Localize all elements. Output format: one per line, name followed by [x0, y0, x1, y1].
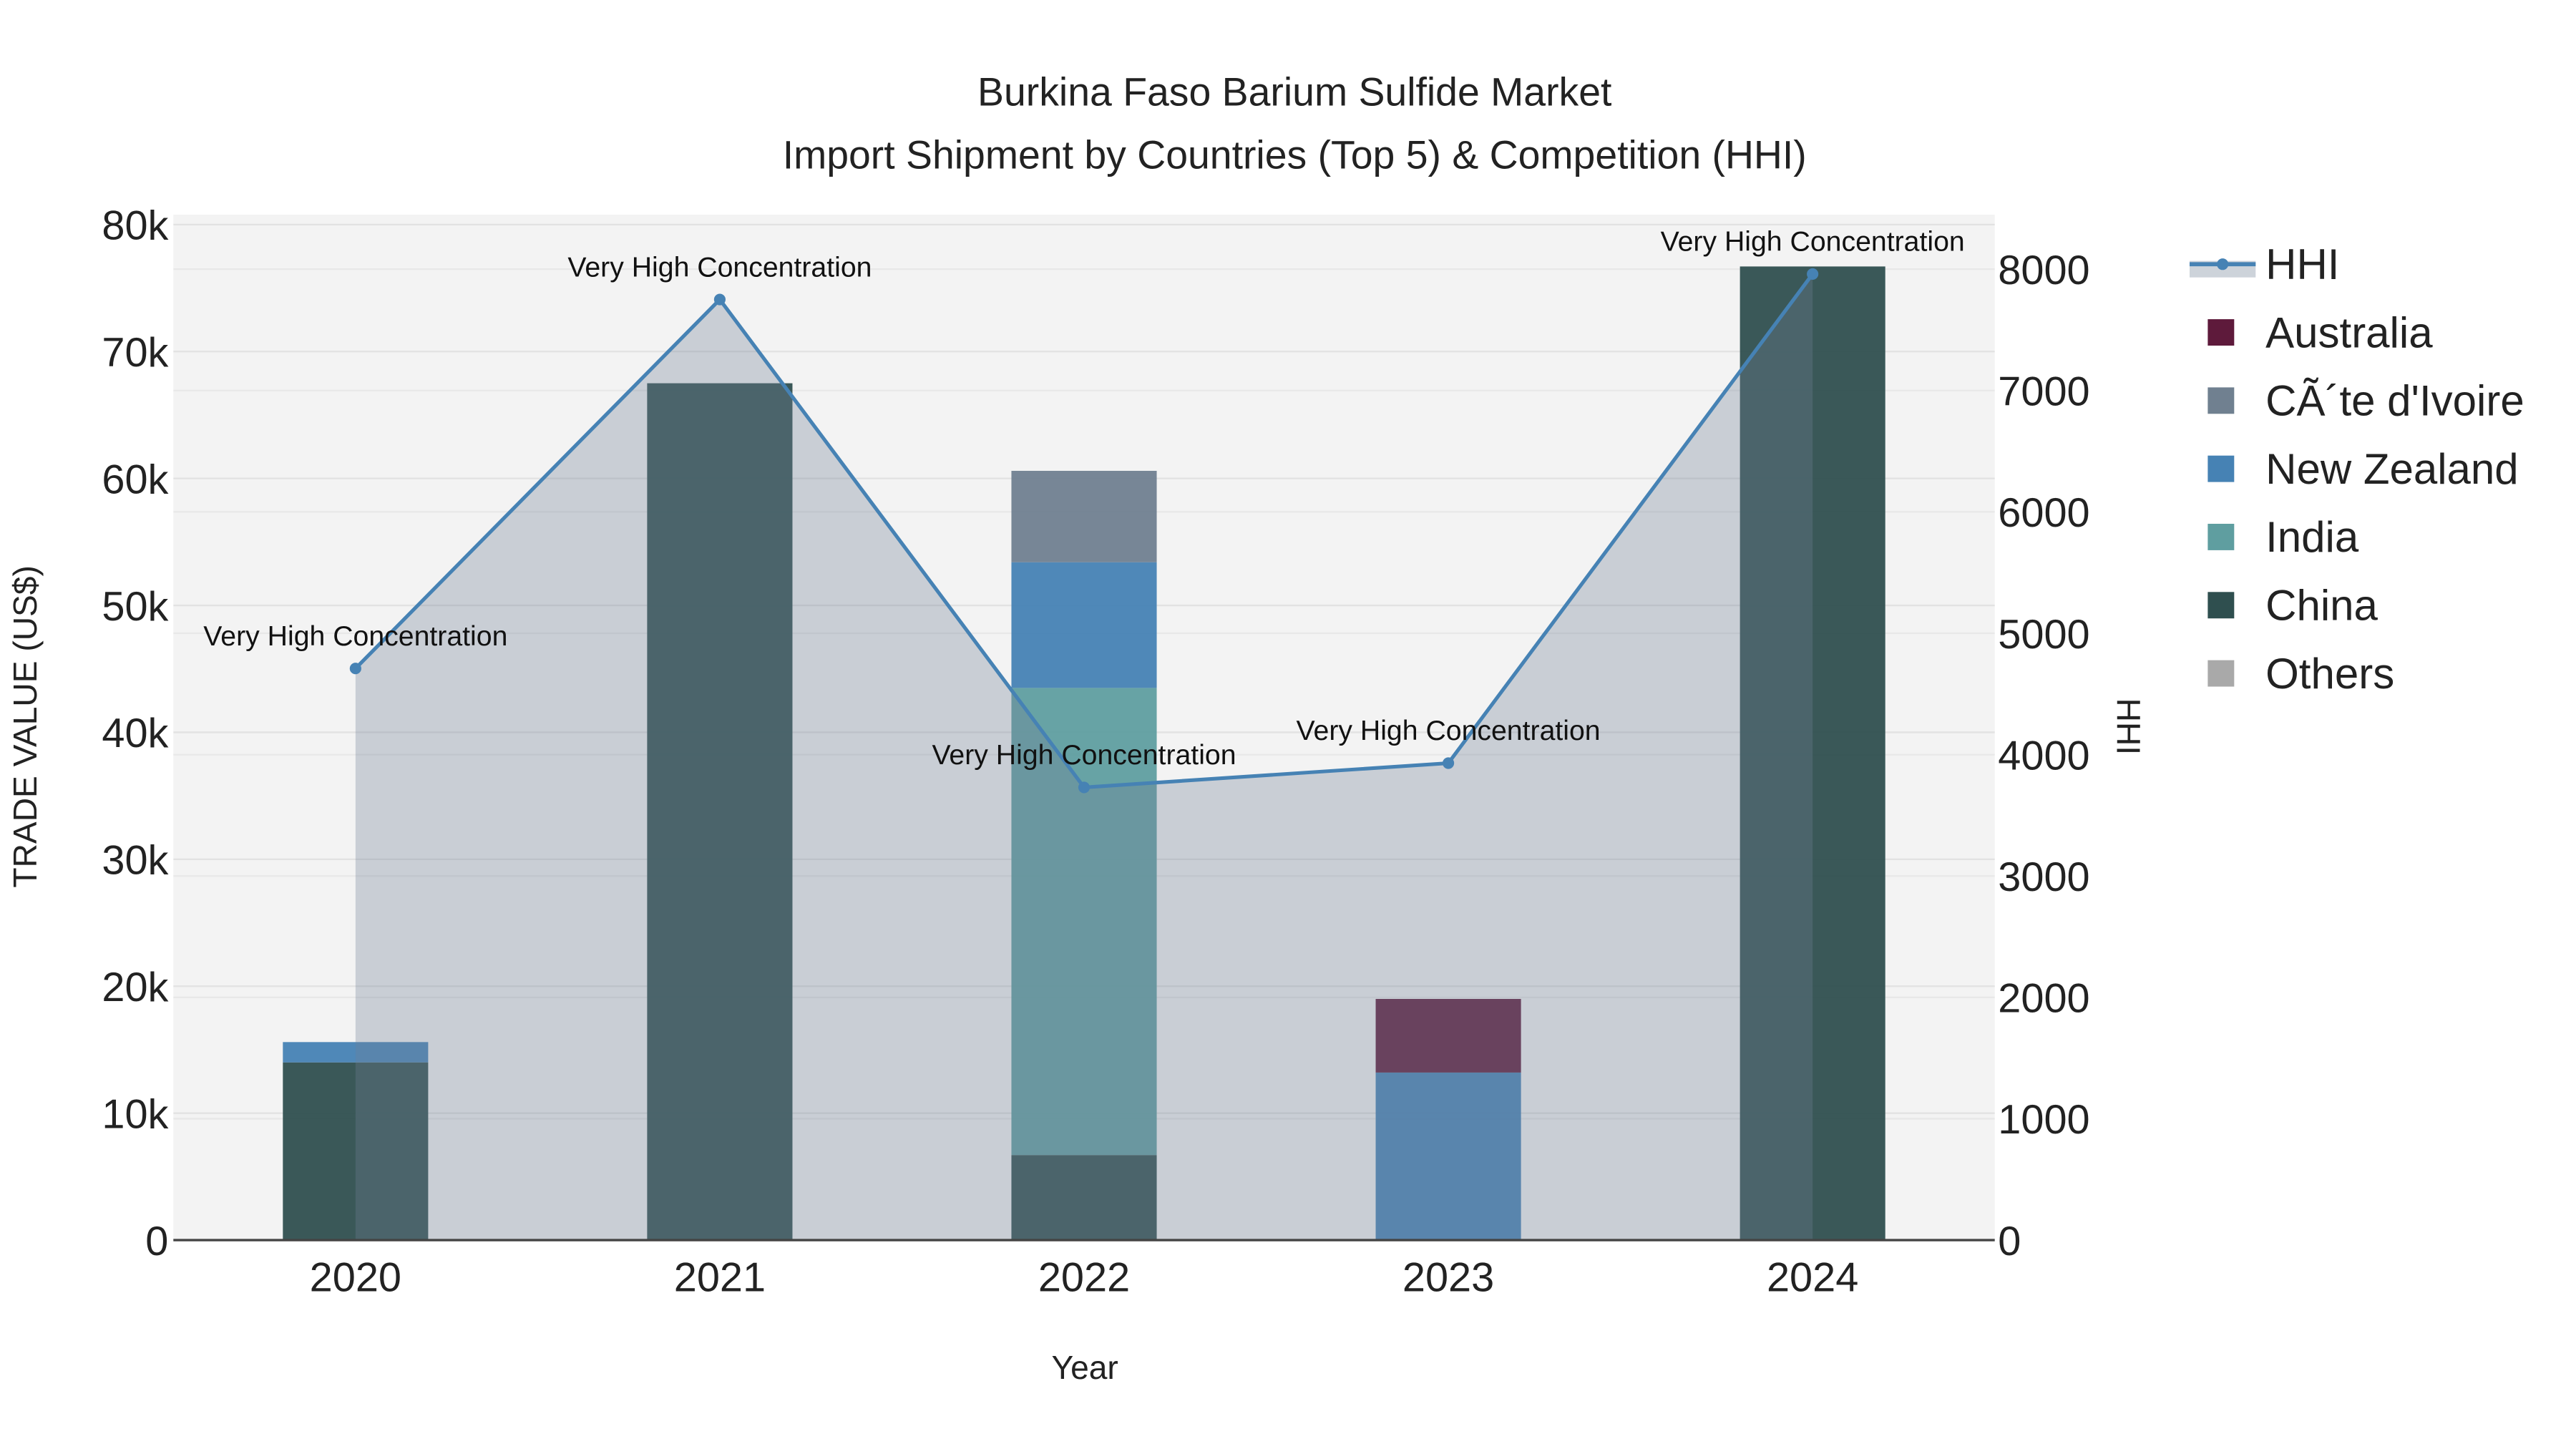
hhi-annotation: Very High Concentration — [932, 739, 1236, 771]
hhi-point — [349, 663, 361, 675]
y2-tick-label: 6000 — [1998, 490, 2089, 536]
legend-label: Others — [2265, 650, 2394, 698]
chart-title-line1: Burkina Faso Barium Sulfide Market — [977, 70, 1611, 114]
y-tick-label: 50k — [102, 584, 168, 630]
hhi-annotation: Very High Concentration — [1297, 715, 1601, 746]
y2-tick-label: 5000 — [1998, 612, 2089, 658]
y2-tick-label: 7000 — [1998, 369, 2089, 415]
legend-item-india[interactable]: India — [2207, 513, 2359, 561]
y-tick-label: 70k — [102, 330, 168, 376]
x-axis-title: Year — [1052, 1349, 1118, 1386]
x-tick-label: 2023 — [1402, 1255, 1494, 1301]
bar-c-te-d-ivoire-2022 — [1011, 471, 1157, 562]
y-tick-label: 20k — [102, 965, 168, 1010]
y2-tick-label: 4000 — [1998, 733, 2089, 779]
x-tick-label: 2021 — [674, 1255, 766, 1301]
legend: HHI Australia CÃ´te d'Ivoire New Zealand Ind… — [2189, 240, 2524, 698]
legend-item-c-te-d-ivoire[interactable]: CÃ´te d'Ivoire — [2207, 377, 2524, 425]
y2-axis-title: HHI — [2109, 698, 2147, 755]
legend-item-hhi[interactable]: HHI — [2189, 240, 2339, 288]
y-axis-title: TRADE VALUE (US$) — [6, 565, 44, 887]
legend-swatch — [2207, 387, 2235, 414]
y-tick-label: 60k — [102, 457, 168, 502]
legend-label: New Zealand — [2265, 445, 2519, 493]
legend-label: India — [2265, 513, 2359, 561]
y2-tick-label: 1000 — [1998, 1097, 2089, 1143]
y-tick-label: 0 — [145, 1219, 168, 1264]
y2-tick-label: 3000 — [1998, 854, 2089, 900]
y-tick-label: 30k — [102, 838, 168, 884]
y2-axis: 0 1000 2000 3000 4000 5000 6000 7000 8000 — [1998, 248, 2089, 1264]
y-axis: 0 10k 20k 30k 40k 50k 60k 70k 80k — [102, 203, 168, 1264]
x-tick-label: 2022 — [1038, 1255, 1130, 1301]
hhi-point — [713, 293, 726, 306]
x-tick-label: 2024 — [1767, 1255, 1858, 1301]
x-tick-label: 2020 — [310, 1255, 401, 1301]
hhi-annotation: Very High Concentration — [203, 620, 507, 652]
legend-label: HHI — [2265, 240, 2339, 288]
hhi-point — [1443, 757, 1455, 769]
legend-label: Australia — [2265, 308, 2433, 356]
legend-label: China — [2265, 582, 2378, 630]
hhi-annotation: Very High Concentration — [567, 251, 872, 283]
y-tick-label: 40k — [102, 711, 168, 756]
bar-new-zealand-2022 — [1011, 562, 1157, 688]
y-tick-label: 80k — [102, 203, 168, 249]
chart: Burkina Faso Barium Sulfide Market Impor… — [6, 70, 2524, 1386]
chart-title-line2: Import Shipment by Countries (Top 5) & C… — [783, 132, 1807, 177]
x-axis: 2020 2021 2022 2023 2024 — [310, 1255, 1859, 1301]
y2-tick-label: 2000 — [1998, 976, 2089, 1022]
y2-tick-label: 8000 — [1998, 248, 2089, 293]
legend-item-australia[interactable]: Australia — [2207, 308, 2433, 356]
legend-swatch — [2207, 660, 2235, 687]
legend-item-china[interactable]: China — [2207, 582, 2379, 630]
y2-tick-label: 0 — [1998, 1219, 2021, 1264]
hhi-point — [1807, 268, 1819, 280]
legend-swatch — [2207, 455, 2235, 482]
legend-label: CÃ´te d'Ivoire — [2265, 377, 2524, 425]
legend-swatch — [2207, 592, 2235, 619]
y-tick-label: 10k — [102, 1091, 168, 1137]
legend-item-others[interactable]: Others — [2207, 650, 2394, 698]
legend-swatch-marker — [2217, 258, 2229, 270]
hhi-annotation: Very High Concentration — [1661, 226, 1965, 258]
legend-swatch — [2207, 319, 2235, 346]
legend-swatch — [2207, 524, 2235, 550]
legend-item-new-zealand[interactable]: New Zealand — [2207, 445, 2519, 493]
hhi-point — [1078, 781, 1091, 794]
